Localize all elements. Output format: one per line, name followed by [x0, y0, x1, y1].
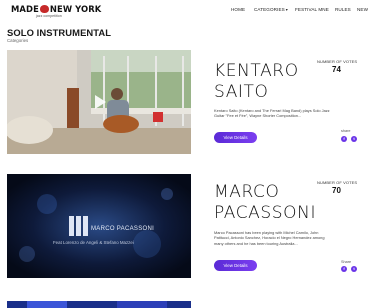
- twitter-icon[interactable]: t: [351, 136, 357, 142]
- site-header: MADE NEW YORK jazz competition HOME CATEG…: [0, 0, 369, 22]
- video-thumbnail[interactable]: MARCO PACASSONI Feat Lorenzo de Angeli &…: [7, 174, 191, 278]
- main-nav: HOME CATEGORIES▾ FESTIVAL MNE RULES NEW: [0, 7, 369, 15]
- entry-card: MARCO PACASSONI Feat Lorenzo de Angeli &…: [0, 174, 369, 278]
- twitter-icon[interactable]: t: [351, 266, 357, 272]
- entry-name[interactable]: MARCO PACASSONI: [214, 182, 316, 224]
- thumbnail-logo-text: MARCO PACASSONI: [91, 226, 155, 232]
- nav-home[interactable]: HOME: [231, 7, 245, 12]
- nav-festival-mne[interactable]: FESTIVAL MNE: [295, 7, 329, 12]
- entry-card-partial[interactable]: [7, 298, 191, 308]
- nav-new[interactable]: NEW: [357, 7, 368, 12]
- facebook-icon[interactable]: f: [341, 136, 347, 142]
- chevron-down-icon: ▾: [285, 7, 288, 12]
- thumbnail-image: [7, 301, 191, 308]
- entry-description: Marco Pacassoni has been playing with Mi…: [214, 230, 325, 246]
- nav-rules[interactable]: RULES: [335, 7, 351, 12]
- entry-description: Kentaro Saito (Kentaro and The Ferrari M…: [214, 108, 330, 119]
- votes-label: NUMBER OF VOTES: [317, 59, 358, 64]
- entry-card: KENTARO SAITO NUMBER OF VOTES 74 Kentaro…: [0, 50, 369, 156]
- view-details-button[interactable]: View Details: [214, 260, 257, 271]
- video-thumbnail[interactable]: [7, 50, 191, 154]
- votes-count: 70: [332, 186, 341, 195]
- share-label: share: [341, 129, 351, 133]
- thumbnail-caption: Feat Lorenzo de Angeli & Stefano Mazzei: [53, 240, 134, 245]
- entry-name[interactable]: KENTARO SAITO: [214, 61, 299, 103]
- play-icon[interactable]: [95, 95, 106, 109]
- view-details-button[interactable]: View Details: [214, 132, 257, 143]
- votes-label: NUMBER OF VOTES: [317, 180, 358, 185]
- nav-categories[interactable]: CATEGORIES▾: [254, 7, 288, 12]
- share-label: Share: [341, 260, 352, 264]
- breadcrumb[interactable]: Categories: [7, 38, 28, 43]
- votes-count: 74: [332, 65, 341, 74]
- page-title: SOLO INSTRUMENTAL: [7, 27, 112, 38]
- facebook-icon[interactable]: f: [341, 266, 347, 272]
